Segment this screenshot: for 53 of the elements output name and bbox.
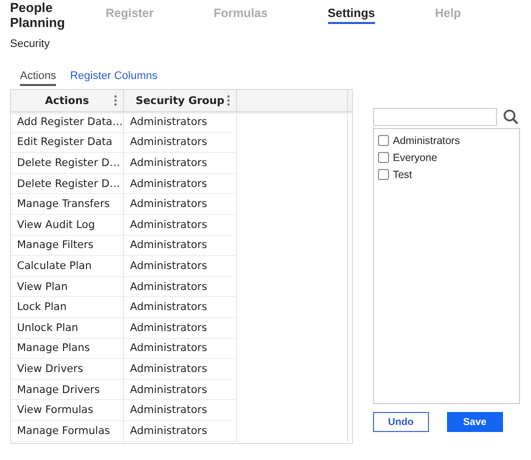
table-cell: Manage Filters [17,239,94,252]
undo-button[interactable]: Undo [372,412,429,432]
table-cell: Unlock Plan [17,322,78,334]
table-cell: Administrators [130,178,208,190]
table-cell: Administrators [130,116,208,128]
table-cell: View Audit Log [17,218,95,231]
table-cell: Lock Plan [17,301,67,314]
group-label[interactable]: Test [392,168,412,180]
column-menu-icon[interactable] [114,95,117,106]
table-cell: Administrators [130,404,208,416]
table-cell: Administrators [130,362,208,375]
table-cell: Manage Plans [17,342,90,354]
column-title: Actions [45,94,89,106]
search-icon[interactable] [502,109,519,125]
save-button[interactable]: Save [446,412,503,432]
group-label[interactable]: Everyone [392,152,438,164]
table-cell: Manage Drivers [17,384,100,396]
page-title: Security [10,38,51,50]
table-cell: View Formulas [17,404,94,416]
table-cell: Add Register Data… [17,116,123,128]
table-cell: Administrators [130,136,208,148]
table-cell: View Drivers [17,362,84,375]
table-cell: Edit Register Data [17,136,112,148]
checkbox[interactable] [378,152,389,163]
table-cell: Administrators [130,218,208,231]
sub-tab[interactable]: Register Columns [70,70,158,86]
table-cell: Administrators [130,342,208,354]
search-field[interactable] [372,108,497,126]
table-cell: Calculate Plan [17,260,92,272]
nav-tab[interactable]: Settings [328,6,375,24]
table-cell: Administrators [130,301,208,314]
table-cell: View Plan [17,280,68,293]
column-header[interactable]: Security Group [124,90,237,111]
checkbox[interactable] [378,169,389,180]
app-title: People Planning [10,0,66,30]
table-cell: Administrators [130,424,208,437]
table-cell: Delete Register D… [17,178,120,190]
table-cell: Administrators [130,260,208,272]
table-cell: Administrators [130,280,208,293]
table-cell: Manage Formulas [17,424,110,437]
column-title: Security Group [136,94,224,106]
table-cell: Administrators [130,322,208,334]
table-cell: Delete Register D… [17,156,120,169]
table-cell: Administrators [130,239,208,252]
checkbox[interactable] [378,135,389,146]
table-cell: Manage Transfers [17,198,110,210]
table-cell: Administrators [130,384,208,396]
table-cell: Administrators [130,156,208,169]
sub-tab[interactable]: Actions [20,70,56,86]
column-menu-icon[interactable] [227,95,230,106]
group-label[interactable]: Administrators [392,134,460,146]
table-cell: Administrators [130,198,208,210]
column-header[interactable]: Actions [11,90,124,111]
